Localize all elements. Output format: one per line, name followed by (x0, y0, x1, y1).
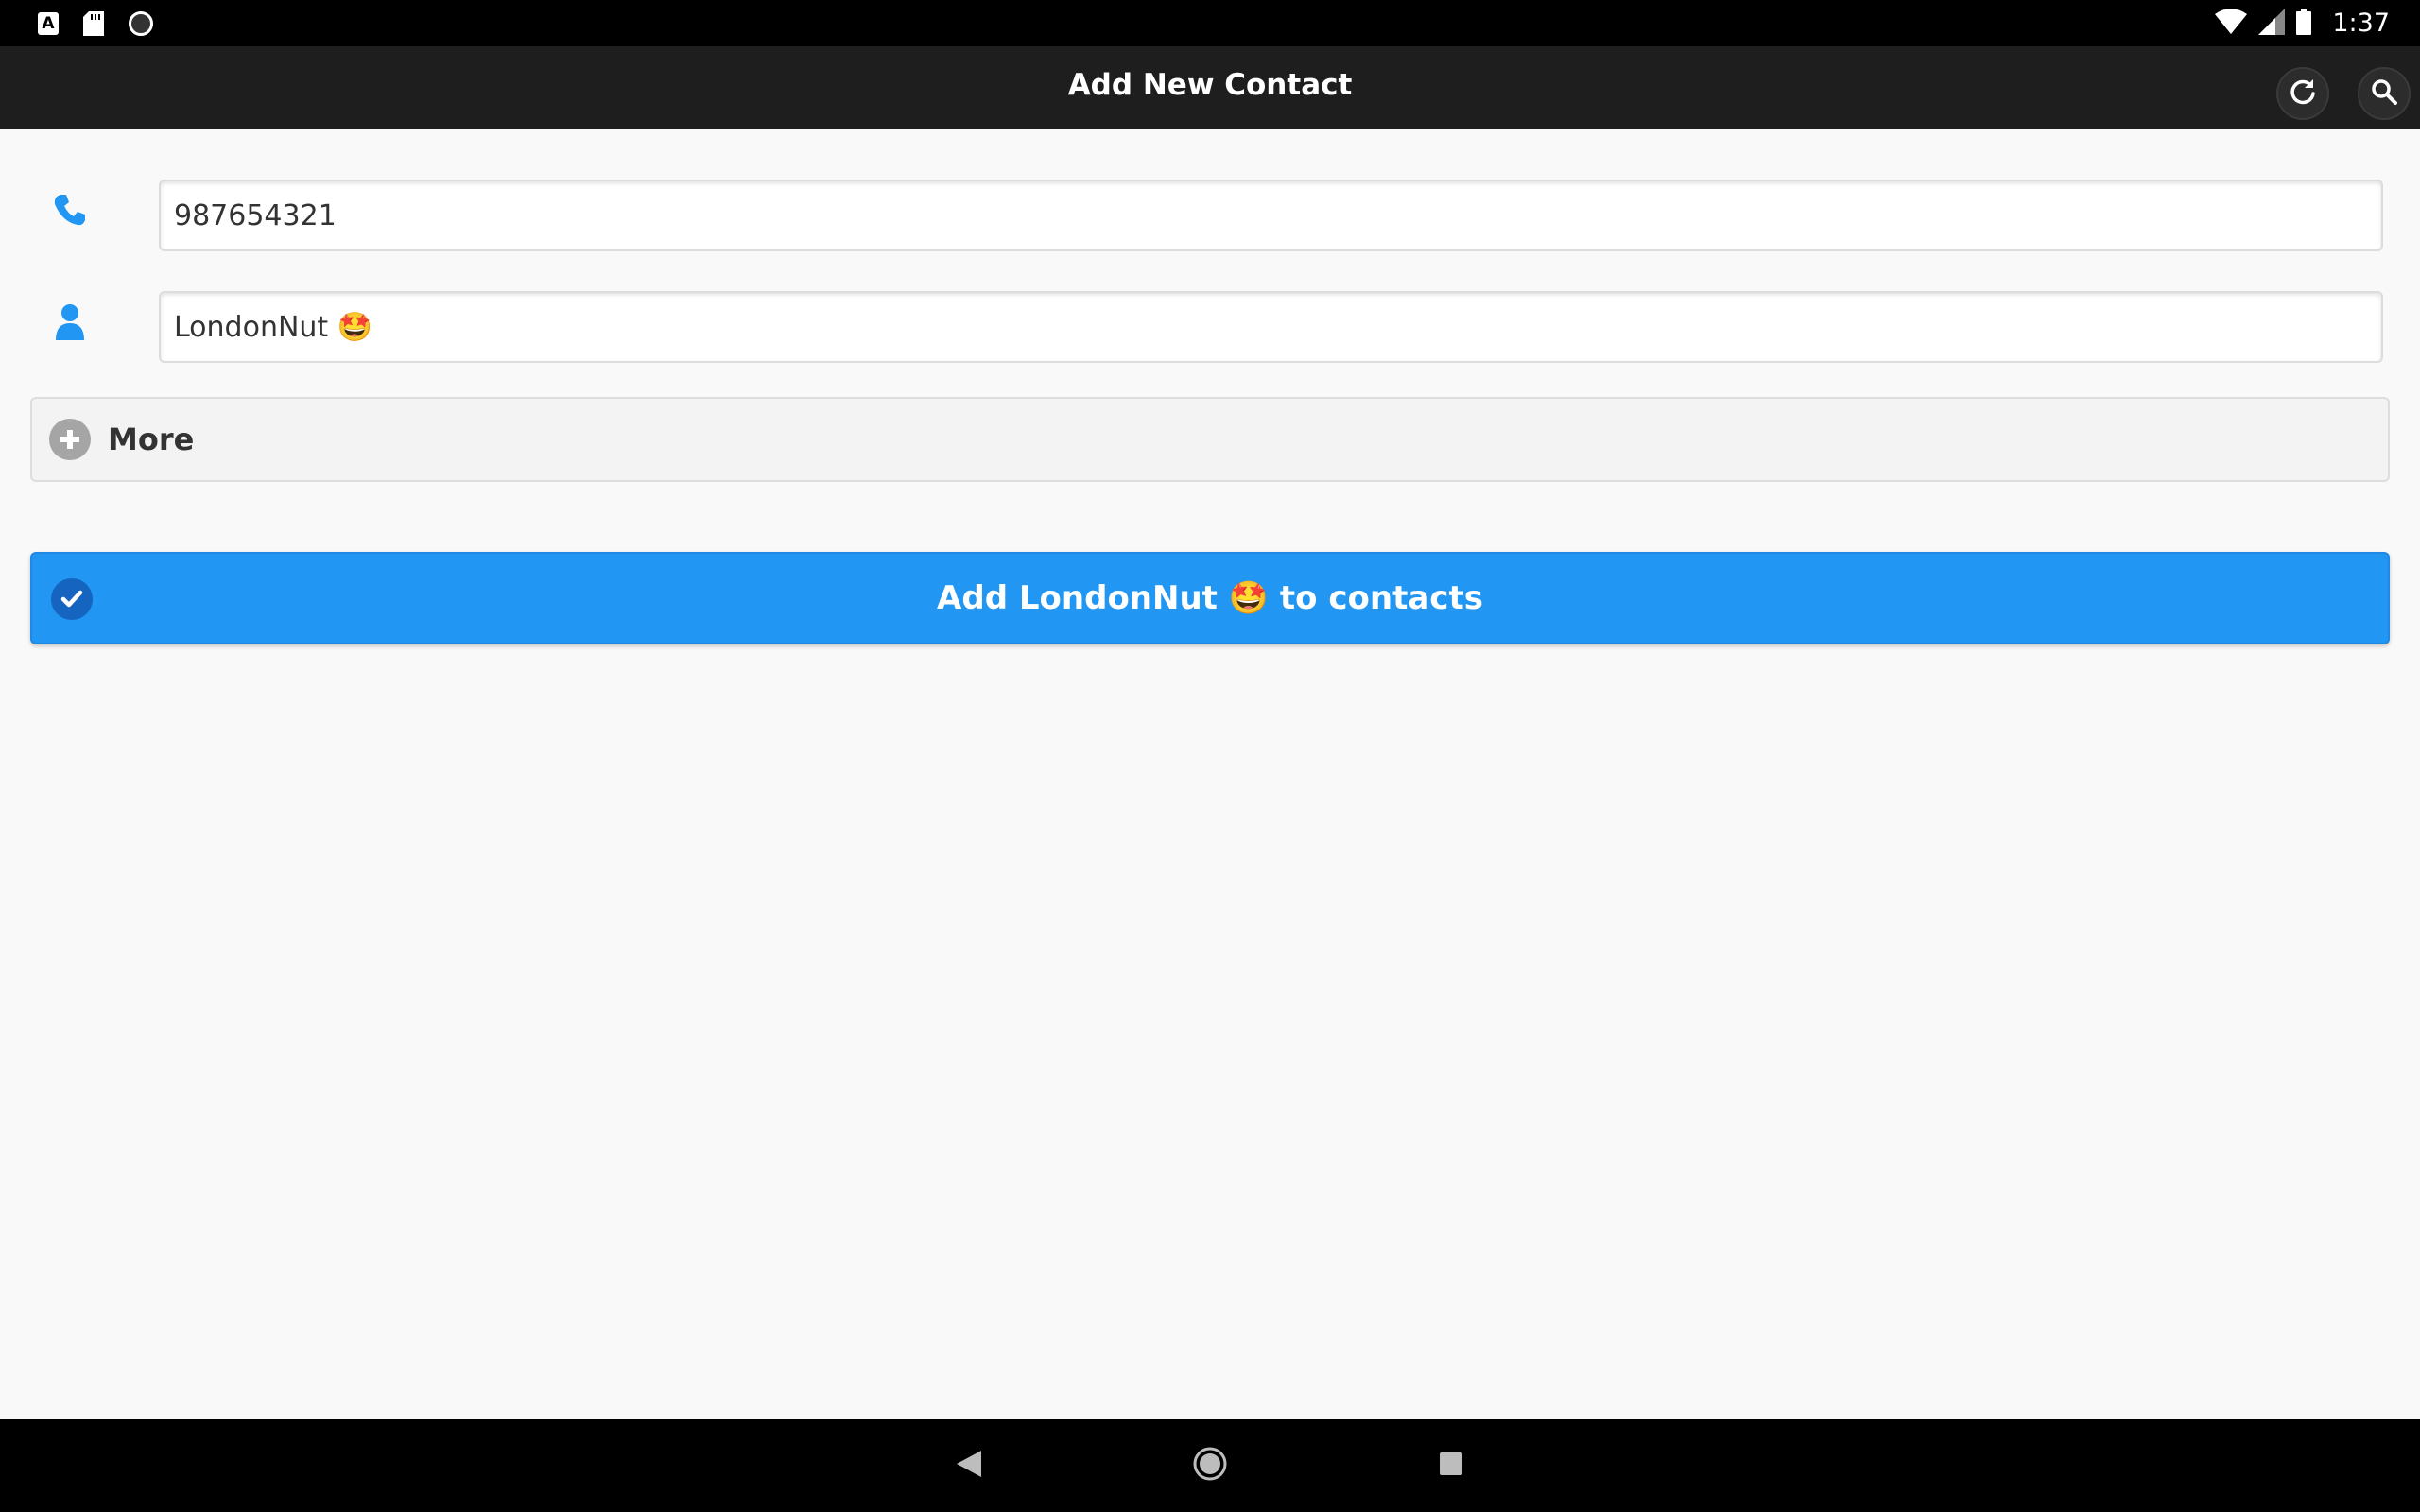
more-label: More (108, 421, 195, 457)
status-time: 1:37 (2332, 9, 2390, 38)
back-icon (955, 1449, 983, 1483)
recents-icon (1438, 1451, 1464, 1481)
wifi-icon (2215, 8, 2248, 39)
cell-signal-icon (2258, 8, 2286, 39)
person-icon (49, 301, 91, 342)
refresh-button[interactable] (2276, 67, 2329, 120)
home-button[interactable] (1186, 1442, 1234, 1489)
page-title: Add New Contact (1067, 68, 1353, 102)
phone-icon (49, 189, 91, 231)
search-button[interactable] (2358, 67, 2411, 120)
refresh-icon (2289, 77, 2317, 110)
status-right-icons: 1:37 (2215, 0, 2390, 46)
nav-bar (0, 1419, 2420, 1512)
back-button[interactable] (945, 1442, 993, 1489)
battery-icon (2296, 8, 2312, 39)
status-bar: A 1:37 (0, 0, 2420, 46)
status-left-icons: A (38, 0, 153, 46)
check-circle-icon (51, 578, 93, 620)
sync-circle-icon (129, 10, 153, 36)
more-toggle[interactable]: More (30, 397, 2390, 482)
add-contact-label: Add LondonNut 🤩 to contacts (937, 579, 1483, 617)
add-contact-button[interactable]: Add LondonNut 🤩 to contacts (30, 552, 2390, 644)
keyboard-a-icon: A (38, 11, 59, 35)
recents-button[interactable] (1427, 1442, 1475, 1489)
plus-circle-icon (49, 419, 91, 460)
search-icon (2370, 77, 2398, 110)
home-icon (1192, 1446, 1228, 1486)
sd-card-icon (83, 10, 104, 36)
phone-field[interactable] (159, 180, 2383, 251)
name-field[interactable] (159, 291, 2383, 363)
app-bar: Add New Contact (0, 46, 2420, 129)
